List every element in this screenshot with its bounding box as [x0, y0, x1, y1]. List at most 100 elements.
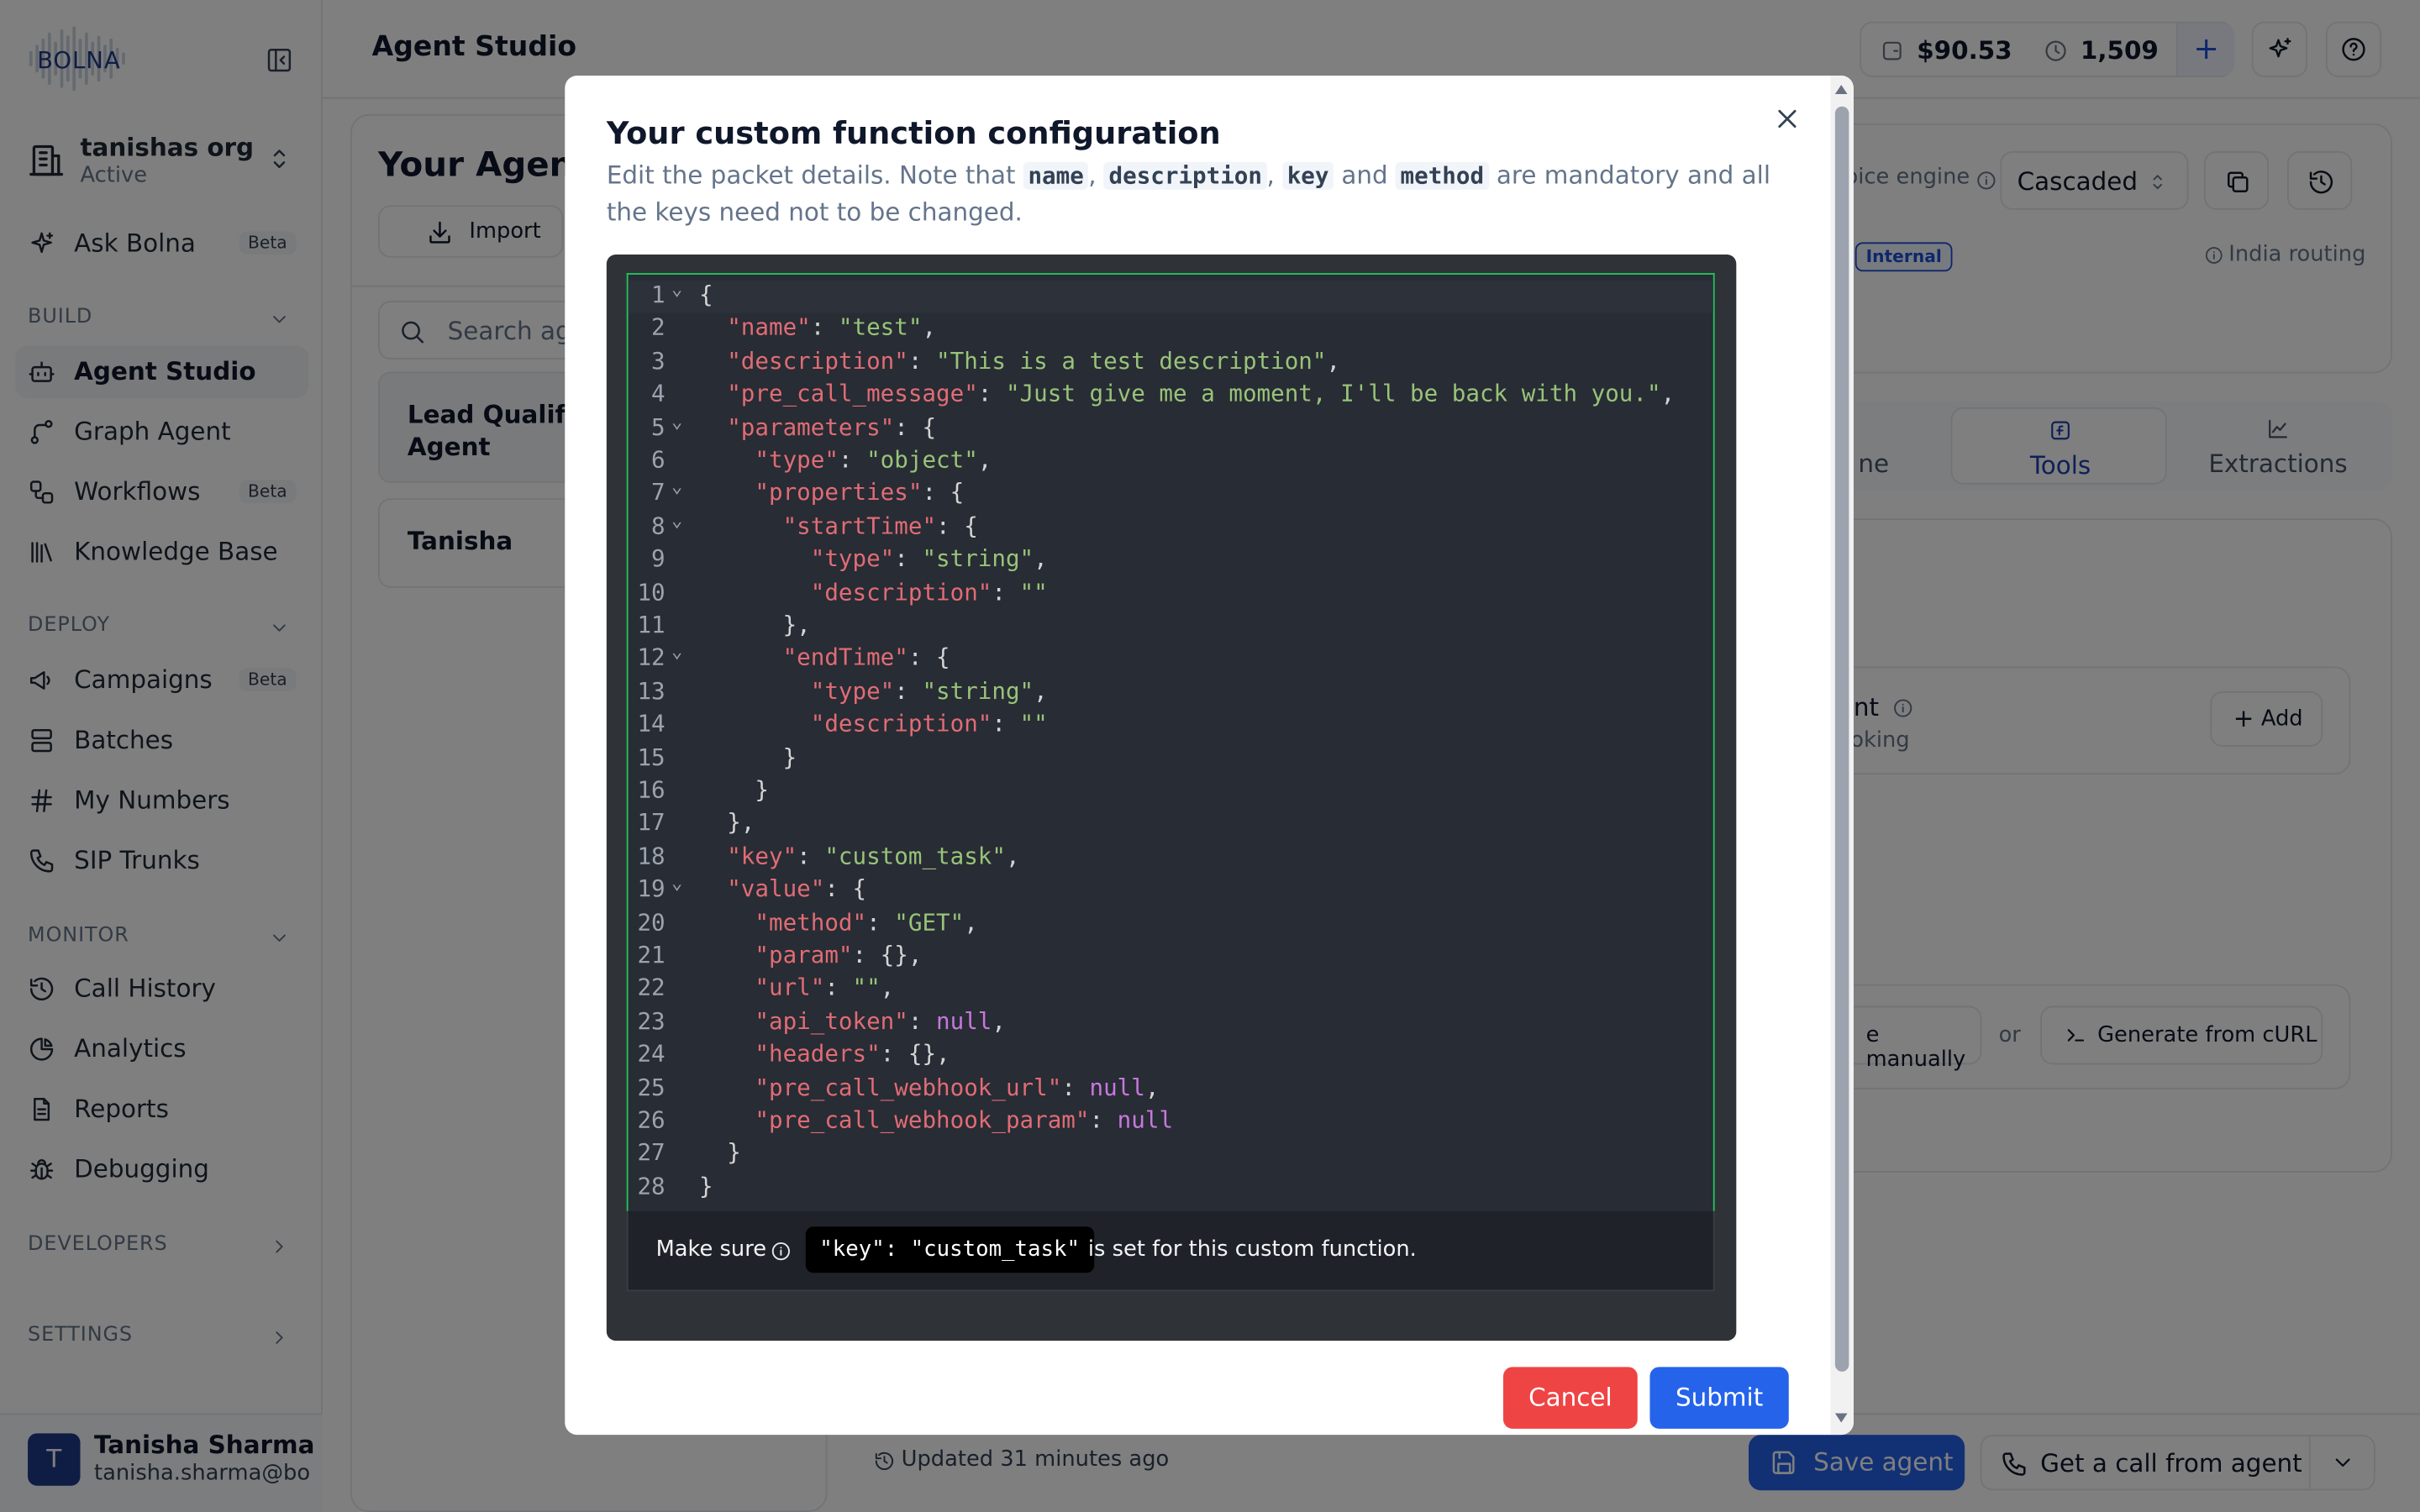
- code-text: },: [699, 809, 755, 837]
- line-number: 12: [637, 643, 666, 672]
- code-line[interactable]: 21 "param": {},: [629, 941, 1713, 974]
- desc-comma: ,: [1088, 160, 1097, 190]
- app-window: BOLNA tanishas org Active Ask Bolna Beta…: [0, 0, 2420, 1512]
- scroll-up-icon[interactable]: [1834, 85, 1848, 95]
- fold-chevron-icon[interactable]: ⌄: [671, 475, 682, 497]
- code-description: description: [1104, 162, 1267, 190]
- code-line[interactable]: 27 }: [629, 1139, 1713, 1172]
- code-line[interactable]: 23 "api_token": null,: [629, 1007, 1713, 1040]
- code-text: "parameters": {: [727, 412, 937, 441]
- fold-chevron-icon[interactable]: ⌄: [671, 410, 682, 432]
- line-number: 8: [651, 512, 666, 540]
- code-text: "type": "string",: [810, 676, 1048, 706]
- hint-prefix: Make sure: [655, 1237, 767, 1263]
- desc-and: and: [1341, 160, 1388, 190]
- scroll-down-icon[interactable]: [1834, 1413, 1848, 1423]
- code-text: "description": "": [810, 578, 1048, 606]
- line-number: 28: [637, 1172, 666, 1200]
- line-number: 20: [637, 908, 666, 937]
- line-number: 16: [637, 775, 666, 804]
- json-code-editor[interactable]: 1 ⌄{2 "name": "test", 3 "description": "Th…: [626, 273, 1715, 1211]
- code-line[interactable]: 12 ⌄ "endTime": {: [629, 641, 1713, 677]
- code-text: },: [699, 611, 811, 639]
- code-text: "properties": {: [755, 479, 965, 507]
- modal-scrollbar[interactable]: [1830, 76, 1854, 1436]
- code-editor-container: 1 ⌄{2 "name": "test", 3 "description": "Th…: [606, 255, 1737, 1341]
- code-text: {: [699, 281, 713, 309]
- line-number: 1: [651, 281, 666, 309]
- cancel-button[interactable]: Cancel: [1502, 1367, 1638, 1429]
- code-line[interactable]: 7 ⌄ "properties": {: [629, 475, 1713, 512]
- code-key: key: [1282, 162, 1334, 190]
- code-text: "type": "string",: [810, 544, 1048, 573]
- code-line[interactable]: 17 },: [629, 809, 1713, 842]
- line-number: 10: [637, 578, 666, 606]
- code-line[interactable]: 6 "type": "object",: [629, 446, 1713, 479]
- code-line[interactable]: 24 "headers": {},: [629, 1040, 1713, 1073]
- code-text: "name": "test",: [727, 313, 937, 342]
- code-line[interactable]: 8 ⌄ "startTime": {: [629, 509, 1713, 544]
- line-number: 21: [637, 941, 666, 969]
- scroll-thumb[interactable]: [1834, 106, 1849, 1372]
- desc-text: Edit the packet details. Note that: [606, 160, 1016, 190]
- code-text: "method": "GET",: [755, 908, 978, 937]
- code-line[interactable]: 25 "pre_call_webhook_url": null,: [629, 1074, 1713, 1106]
- line-number: 15: [637, 743, 666, 771]
- line-number: 24: [637, 1040, 666, 1068]
- line-number: 3: [651, 346, 666, 375]
- fold-chevron-icon[interactable]: ⌄: [671, 641, 682, 663]
- line-number: 17: [637, 809, 666, 837]
- custom-function-modal: Your custom function configuration Edit …: [565, 76, 1854, 1436]
- code-text: "startTime": {: [782, 512, 978, 540]
- line-number: 22: [637, 974, 666, 1002]
- code-text: }: [699, 1139, 741, 1168]
- fold-chevron-icon[interactable]: ⌄: [671, 509, 682, 531]
- code-line[interactable]: 15 }: [629, 743, 1713, 776]
- code-line[interactable]: 5 ⌄ "parameters": {: [629, 410, 1713, 445]
- code-line[interactable]: 20 "method": "GET",: [629, 908, 1713, 941]
- code-text: }: [699, 1172, 713, 1200]
- line-number: 11: [637, 611, 666, 639]
- editor-hint: Make sure "key": "custom_task" is set fo…: [626, 1210, 1715, 1292]
- fold-chevron-icon[interactable]: ⌄: [671, 872, 682, 894]
- line-number: 6: [651, 445, 666, 474]
- code-line[interactable]: 18 "key": "custom_task",: [629, 842, 1713, 874]
- code-line[interactable]: 28}: [629, 1173, 1713, 1205]
- code-line[interactable]: 26 "pre_call_webhook_param": null: [629, 1106, 1713, 1139]
- line-number: 7: [651, 479, 666, 507]
- line-number: 5: [651, 412, 666, 441]
- line-number: 18: [637, 842, 666, 870]
- code-text: "pre_call_webhook_url": null,: [755, 1073, 1160, 1101]
- line-number: 2: [651, 313, 666, 342]
- code-text: "endTime": {: [782, 643, 950, 672]
- code-line[interactable]: 1 ⌄ {: [628, 278, 1713, 314]
- code-line[interactable]: 22 "url": "",: [629, 974, 1713, 1007]
- code-line[interactable]: 9 "type": "string",: [629, 545, 1713, 578]
- code-line[interactable]: 11 },: [629, 611, 1713, 643]
- code-line[interactable]: 14 "description": "": [629, 710, 1713, 743]
- code-text: "api_token": null,: [755, 1007, 1006, 1036]
- code-text: "headers": {},: [755, 1040, 950, 1068]
- close-icon[interactable]: [1772, 103, 1803, 140]
- line-number: 19: [637, 874, 666, 903]
- code-text: "pre_call_message": "Just give me a mome…: [727, 380, 1676, 408]
- line-number: 9: [651, 544, 666, 573]
- code-text: }: [699, 743, 797, 771]
- line-number: 14: [637, 710, 666, 738]
- modal-description: Edit the packet details. Note that name,…: [607, 157, 1795, 229]
- code-text: "param": {},: [755, 941, 923, 969]
- fold-chevron-icon[interactable]: ⌄: [671, 278, 682, 300]
- code-line[interactable]: 4 "pre_call_message": "Just give me a mo…: [629, 380, 1713, 412]
- code-line[interactable]: 3 "description": "This is a test descrip…: [629, 347, 1713, 380]
- code-text: "key": "custom_task",: [727, 842, 1020, 870]
- submit-button[interactable]: Submit: [1649, 1367, 1789, 1429]
- code-line[interactable]: 19 ⌄ "value": {: [629, 872, 1713, 908]
- desc-comma: ,: [1266, 160, 1275, 190]
- code-text: "description": "This is a test descripti…: [727, 346, 1341, 375]
- code-line[interactable]: 10 "description": "": [629, 578, 1713, 611]
- line-number: 23: [637, 1007, 666, 1036]
- code-line[interactable]: 16 }: [629, 776, 1713, 809]
- code-line[interactable]: 13 "type": "string",: [629, 677, 1713, 710]
- code-line[interactable]: 2 "name": "test",: [629, 314, 1713, 347]
- code-text: "url": "",: [755, 974, 895, 1002]
